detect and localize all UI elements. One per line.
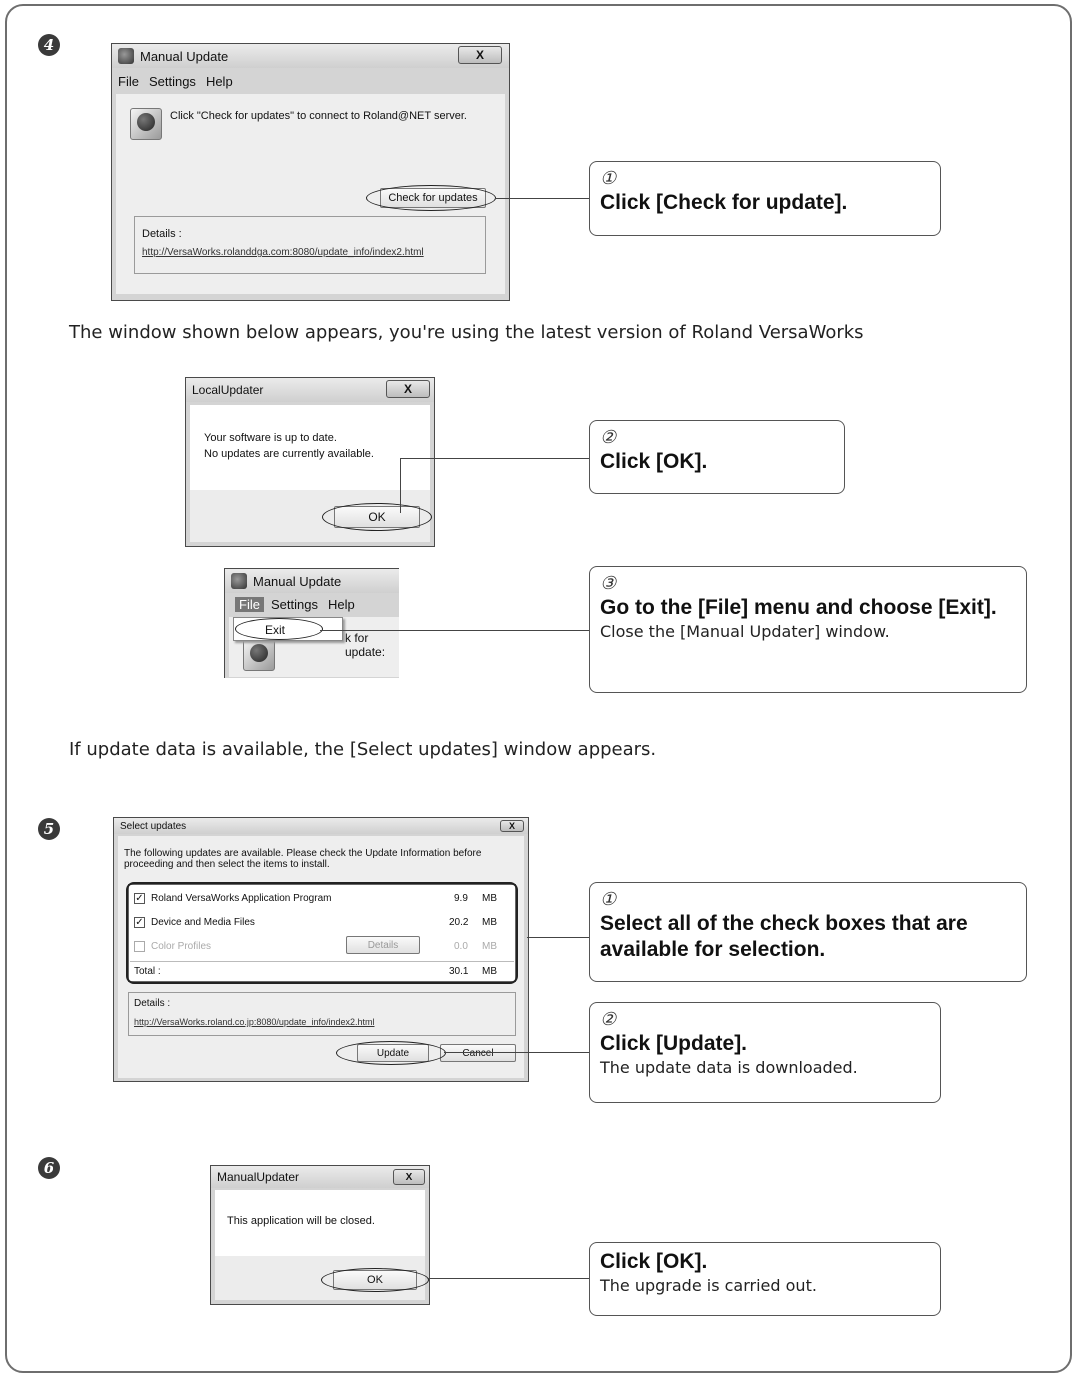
callout-note: The update data is downloaded. xyxy=(600,1058,858,1077)
menu-file-open[interactable]: File xyxy=(235,597,264,612)
details-group xyxy=(128,992,516,1036)
leader-line xyxy=(495,198,590,199)
details-label: Details : xyxy=(142,228,182,240)
highlight-box xyxy=(126,882,518,984)
callout-heading: Click [OK]. xyxy=(600,450,708,473)
callout-heading: Select all of the check boxes that are a… xyxy=(600,912,968,961)
close-label: X xyxy=(403,382,412,396)
menu-help[interactable]: Help xyxy=(328,597,355,612)
callout-select-checkboxes: ① Select all of the check boxes that are… xyxy=(589,882,1027,982)
snippet-titlebar: Manual Update xyxy=(225,569,399,593)
select-updates-titlebar: Select updates xyxy=(114,818,528,834)
manual-updater-close-dialog: ManualUpdater X This application will be… xyxy=(210,1165,430,1305)
callout-ok-up-to-date: ② Click [OK]. xyxy=(589,420,845,494)
leader-line xyxy=(428,1278,590,1279)
update-available-paragraph: If update data is available, the [Select… xyxy=(69,739,657,760)
close-icon[interactable]: X xyxy=(458,46,502,64)
cancel-button[interactable]: Cancel xyxy=(440,1044,516,1062)
close-dialog-title: ManualUpdater xyxy=(217,1170,300,1184)
connect-message: Click "Check for updates" to connect to … xyxy=(170,110,467,122)
select-updates-title: Select updates xyxy=(120,820,187,832)
callout-note: The upgrade is carried out. xyxy=(600,1276,817,1295)
closing-message: This application will be closed. xyxy=(227,1215,375,1227)
menu-settings[interactable]: Settings xyxy=(149,74,196,89)
callout-number: ① xyxy=(600,168,617,189)
step-number-6-label: 6 xyxy=(43,1159,55,1177)
callout-ok-final: Click [OK]. The upgrade is carried out. xyxy=(589,1242,941,1316)
manual-update-title: Manual Update xyxy=(140,48,229,64)
details-link[interactable]: http://VersaWorks.roland.co.jp:8080/upda… xyxy=(134,1017,374,1027)
close-label: X xyxy=(475,48,484,62)
details-label: Details : xyxy=(134,998,171,1009)
callout-heading: Click [Update]. xyxy=(600,1032,748,1055)
intro-line-2: proceeding and then select the items to … xyxy=(124,859,330,870)
callout-heading: Click [Check for update]. xyxy=(600,191,848,214)
app-icon xyxy=(231,573,247,589)
callout-exit: ③ Go to the [File] menu and choose [Exit… xyxy=(589,566,1027,693)
select-updates-dialog: Select updates X The following updates a… xyxy=(113,817,529,1082)
menu-file[interactable]: File xyxy=(118,74,139,89)
up-to-date-line: Your software is up to date. xyxy=(204,432,337,444)
leader-line-vertical xyxy=(400,458,401,513)
no-updates-line: No updates are currently available. xyxy=(204,448,374,460)
callout-number: ② xyxy=(600,427,617,448)
app-icon xyxy=(118,48,134,64)
update-globe-icon xyxy=(130,108,162,140)
step-number-4-label: 4 xyxy=(43,36,55,54)
callout-check-for-update: ① Click [Check for update]. xyxy=(589,161,941,236)
snippet-title: Manual Update xyxy=(253,573,342,589)
update-globe-icon xyxy=(243,639,275,671)
menu-help[interactable]: Help xyxy=(206,74,233,89)
highlight-ellipse xyxy=(336,1041,446,1065)
highlight-ellipse xyxy=(321,1268,429,1292)
close-icon[interactable]: X xyxy=(393,1169,425,1185)
step-number-4: 4 xyxy=(38,34,60,56)
intro-line-1: The following updates are available. Ple… xyxy=(124,848,482,859)
file-menu-snippet: Manual Update File Settings Help k for u… xyxy=(224,568,399,678)
step-number-5-label: 5 xyxy=(43,820,55,838)
callout-number: ② xyxy=(600,1009,617,1030)
details-group xyxy=(134,216,486,274)
highlight-ellipse xyxy=(366,185,496,211)
local-updater-title: LocalUpdater xyxy=(192,383,264,397)
manual-update-dialog: Manual Update X File Settings Help Click… xyxy=(111,43,510,301)
step-number-5: 5 xyxy=(38,818,60,840)
highlight-ellipse xyxy=(235,618,323,640)
leader-line xyxy=(527,937,590,938)
callout-heading: Click [OK]. xyxy=(600,1250,708,1273)
partial-button-text: k for update: xyxy=(345,631,386,659)
close-label: X xyxy=(508,821,515,831)
menu-bar: File Settings Help xyxy=(118,74,233,89)
leader-line xyxy=(444,1052,590,1053)
menu-settings[interactable]: Settings xyxy=(271,597,318,612)
callout-note: Close the [Manual Updater] window. xyxy=(600,622,890,641)
latest-version-paragraph: The window shown below appears, you're u… xyxy=(69,322,864,343)
close-icon[interactable]: X xyxy=(500,820,524,832)
highlight-ellipse xyxy=(322,503,432,531)
leader-line xyxy=(320,630,590,631)
callout-number: ③ xyxy=(600,573,617,594)
callout-number: ① xyxy=(600,889,617,910)
callout-heading: Go to the [File] menu and choose [Exit]. xyxy=(600,596,997,619)
close-label: X xyxy=(405,1171,413,1183)
details-link[interactable]: http://VersaWorks.rolanddga.com:8080/upd… xyxy=(142,247,424,258)
close-icon[interactable]: X xyxy=(386,380,430,398)
step-number-6: 6 xyxy=(38,1157,60,1179)
leader-line xyxy=(400,458,590,459)
manual-update-titlebar: Manual Update xyxy=(112,44,509,68)
local-updater-dialog: LocalUpdater X Your software is up to da… xyxy=(185,377,435,547)
callout-update: ② Click [Update]. The update data is dow… xyxy=(589,1002,941,1103)
